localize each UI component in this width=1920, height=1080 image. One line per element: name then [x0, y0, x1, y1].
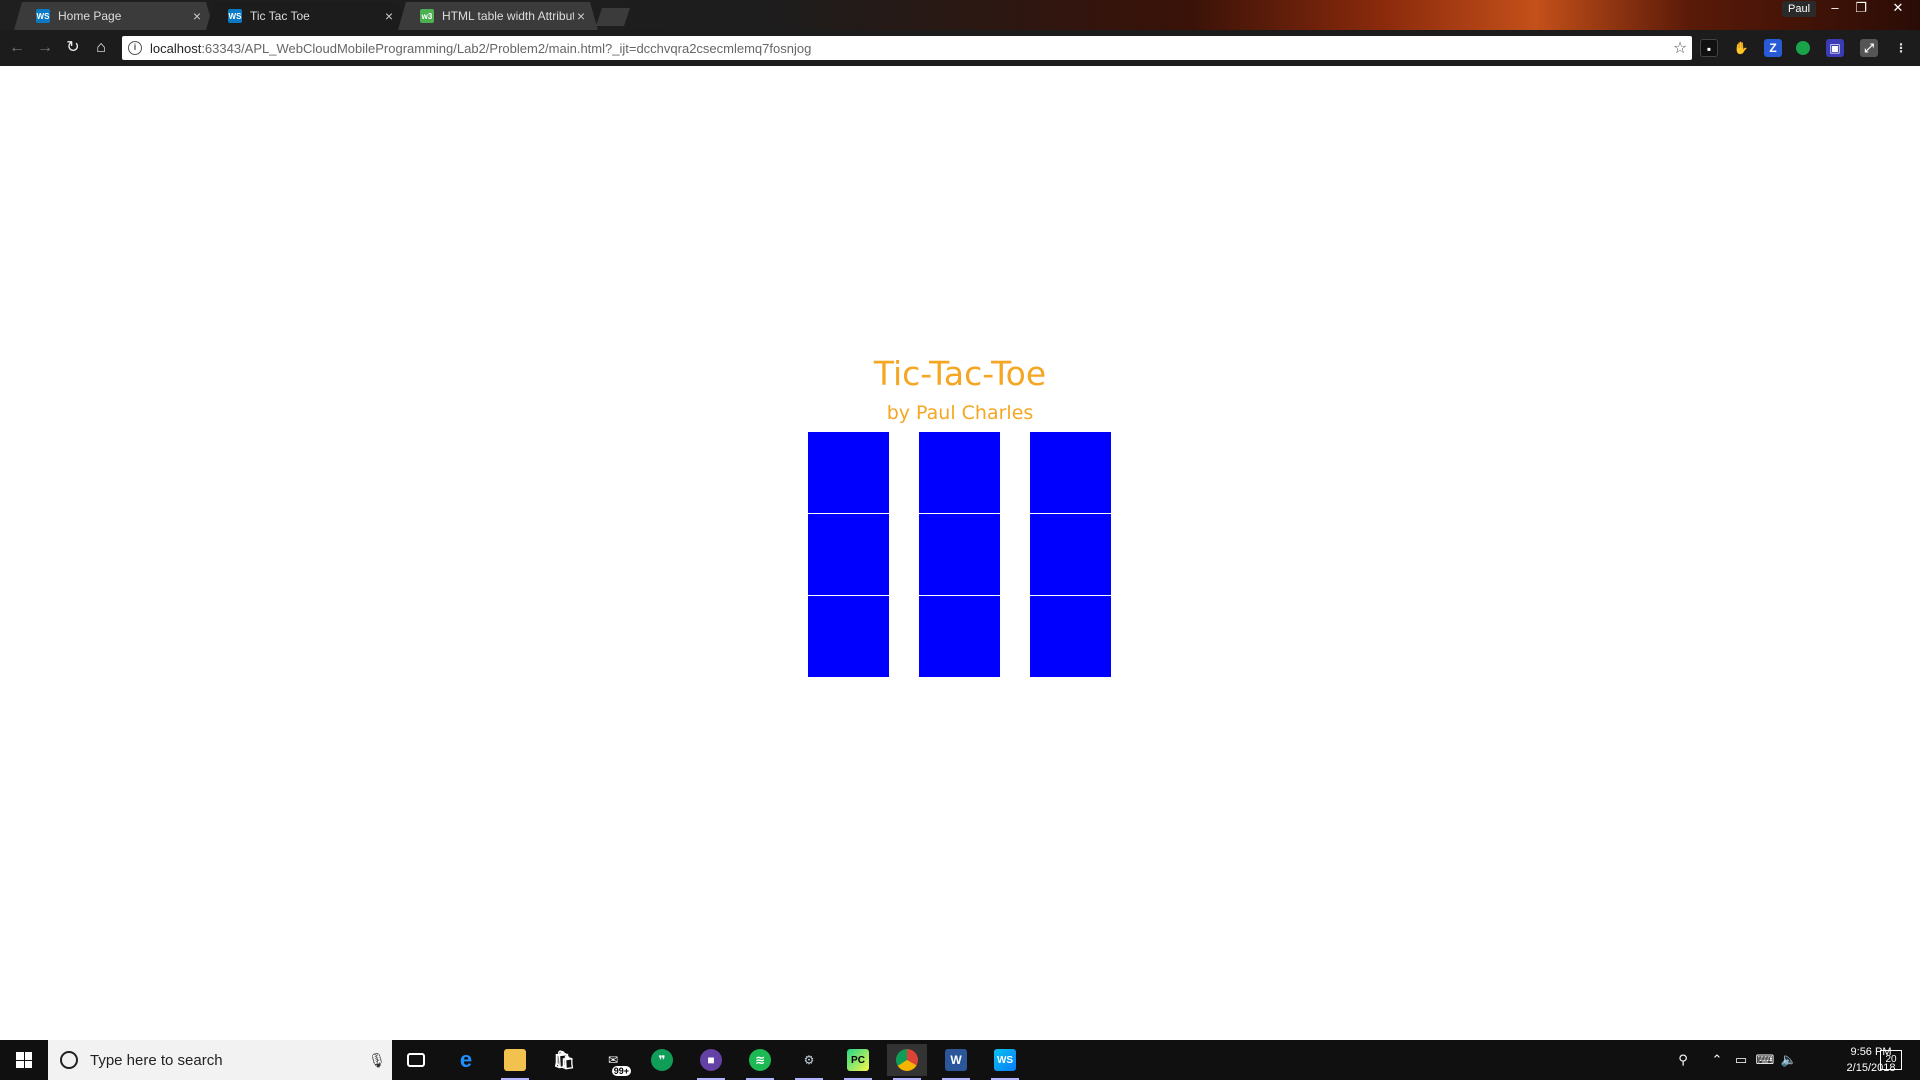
spotify-icon[interactable]: ≋	[740, 1044, 780, 1080]
steam-icon[interactable]: ⚙	[789, 1044, 829, 1080]
profile-button[interactable]: Paul	[1782, 1, 1817, 17]
search-placeholder: Type here to search	[90, 1051, 223, 1069]
network-icon[interactable]: ⌨	[1754, 1040, 1776, 1080]
board-cell-8[interactable]	[919, 596, 1000, 677]
new-tab-button[interactable]	[596, 8, 630, 26]
browser-toolbar: ← → ↻ ⌂ i localhost:63343/APL_WebCloudMo…	[0, 30, 1920, 66]
tic-tac-toe-board	[808, 432, 1112, 678]
twitch-icon[interactable]: ■	[691, 1044, 731, 1080]
tab-tic-tac-toe[interactable]: WS Tic Tac Toe ×	[206, 2, 406, 30]
chrome-icon[interactable]	[887, 1044, 927, 1080]
reload-icon[interactable]: ↻	[62, 37, 84, 59]
url-text[interactable]: localhost:63343/APL_WebCloudMobileProgra…	[150, 41, 1668, 56]
tab-close-icon[interactable]: ×	[382, 8, 396, 24]
taskbar-search-box[interactable]: Type here to search 🎙	[48, 1040, 392, 1080]
url-host: localhost	[150, 40, 202, 56]
microphone-icon[interactable]: 🎙	[362, 1052, 392, 1069]
green-dot-icon[interactable]	[1796, 41, 1810, 55]
w3schools-favicon-icon: w3	[420, 9, 434, 23]
url-path: :63343/APL_WebCloudMobileProgramming/Lab…	[201, 40, 812, 56]
back-arrow-icon[interactable]: ←	[6, 37, 28, 59]
show-hidden-icons-icon[interactable]: ⌃	[1706, 1040, 1728, 1080]
tab-close-icon[interactable]: ×	[574, 8, 588, 24]
extension-4-icon[interactable]: ▣	[1826, 39, 1844, 57]
cortana-icon	[60, 1051, 78, 1069]
volume-icon[interactable]: 🔈	[1778, 1040, 1800, 1080]
task-view-icon[interactable]	[396, 1044, 436, 1076]
webstorm-favicon-icon: WS	[36, 9, 50, 23]
people-icon[interactable]: ⚲	[1670, 1040, 1696, 1080]
board-cell-9[interactable]	[1030, 596, 1111, 677]
board-cell-5[interactable]	[919, 514, 1000, 595]
tab-title: Tic Tac Toe	[250, 9, 310, 23]
windows-logo-icon	[16, 1052, 32, 1068]
webstorm-icon[interactable]: WS	[985, 1044, 1025, 1080]
tab-title: Home Page	[58, 9, 122, 23]
board-cell-6[interactable]	[1030, 514, 1111, 595]
page-subtitle: by Paul Charles	[886, 402, 1034, 424]
tab-title: HTML table width Attribute	[442, 9, 574, 23]
action-center-icon[interactable]: 20	[1880, 1050, 1902, 1070]
browser-chrome: WS Home Page × WS Tic Tac Toe × w3 HTML …	[0, 0, 1920, 66]
zotero-icon[interactable]: Z	[1764, 39, 1782, 57]
board-cell-7[interactable]	[808, 596, 889, 677]
webstorm-favicon-icon: WS	[228, 9, 242, 23]
page-title: Tic-Tac-Toe	[873, 354, 1047, 393]
forward-arrow-icon[interactable]: →	[34, 37, 56, 59]
tab-home-page[interactable]: WS Home Page ×	[14, 2, 214, 30]
battery-icon[interactable]: ▭	[1730, 1040, 1752, 1080]
site-info-icon[interactable]: i	[128, 41, 142, 55]
minimize-icon[interactable]: –	[1822, 0, 1848, 18]
board-cell-3[interactable]	[1030, 432, 1111, 513]
home-icon[interactable]: ⌂	[90, 37, 112, 59]
tab-strip: WS Home Page × WS Tic Tac Toe × w3 HTML …	[0, 0, 1920, 30]
file-explorer-icon[interactable]	[495, 1044, 535, 1080]
mail-icon[interactable]: ✉ 99+	[593, 1044, 633, 1076]
board-cell-1[interactable]	[808, 432, 889, 513]
menu-icon[interactable]: ⋮	[1892, 39, 1910, 57]
window-close-icon[interactable]: ✕	[1880, 0, 1916, 18]
hangouts-icon[interactable]: ❞	[642, 1044, 682, 1076]
address-bar[interactable]: i localhost:63343/APL_WebCloudMobileProg…	[122, 36, 1692, 60]
board-cell-4[interactable]	[808, 514, 889, 595]
page-content: Tic-Tac-Toe by Paul Charles	[0, 66, 1920, 1040]
edge-icon[interactable]: e	[446, 1044, 486, 1076]
extension-1-icon[interactable]: ▪	[1700, 39, 1718, 57]
windows-taskbar: Type here to search 🎙 e 🛍 ✉ 99+ ❞ ■ ≋ ⚙ P…	[0, 1040, 1920, 1080]
restore-icon[interactable]: ❐	[1848, 0, 1874, 18]
word-icon[interactable]: W	[936, 1044, 976, 1080]
board-cell-2[interactable]	[919, 432, 1000, 513]
mail-badge: 99+	[611, 1066, 631, 1076]
pycharm-icon[interactable]: PC	[838, 1044, 878, 1080]
pdf-icon[interactable]: ⤢	[1860, 39, 1878, 57]
store-icon[interactable]: 🛍	[544, 1044, 584, 1076]
bookmark-star-icon[interactable]: ☆	[1668, 38, 1692, 58]
tab-close-icon[interactable]: ×	[190, 8, 204, 24]
extension-2-icon[interactable]: ✋	[1732, 39, 1750, 57]
tab-html-table-width[interactable]: w3 HTML table width Attribute ×	[398, 2, 598, 30]
start-button[interactable]	[0, 1040, 48, 1080]
